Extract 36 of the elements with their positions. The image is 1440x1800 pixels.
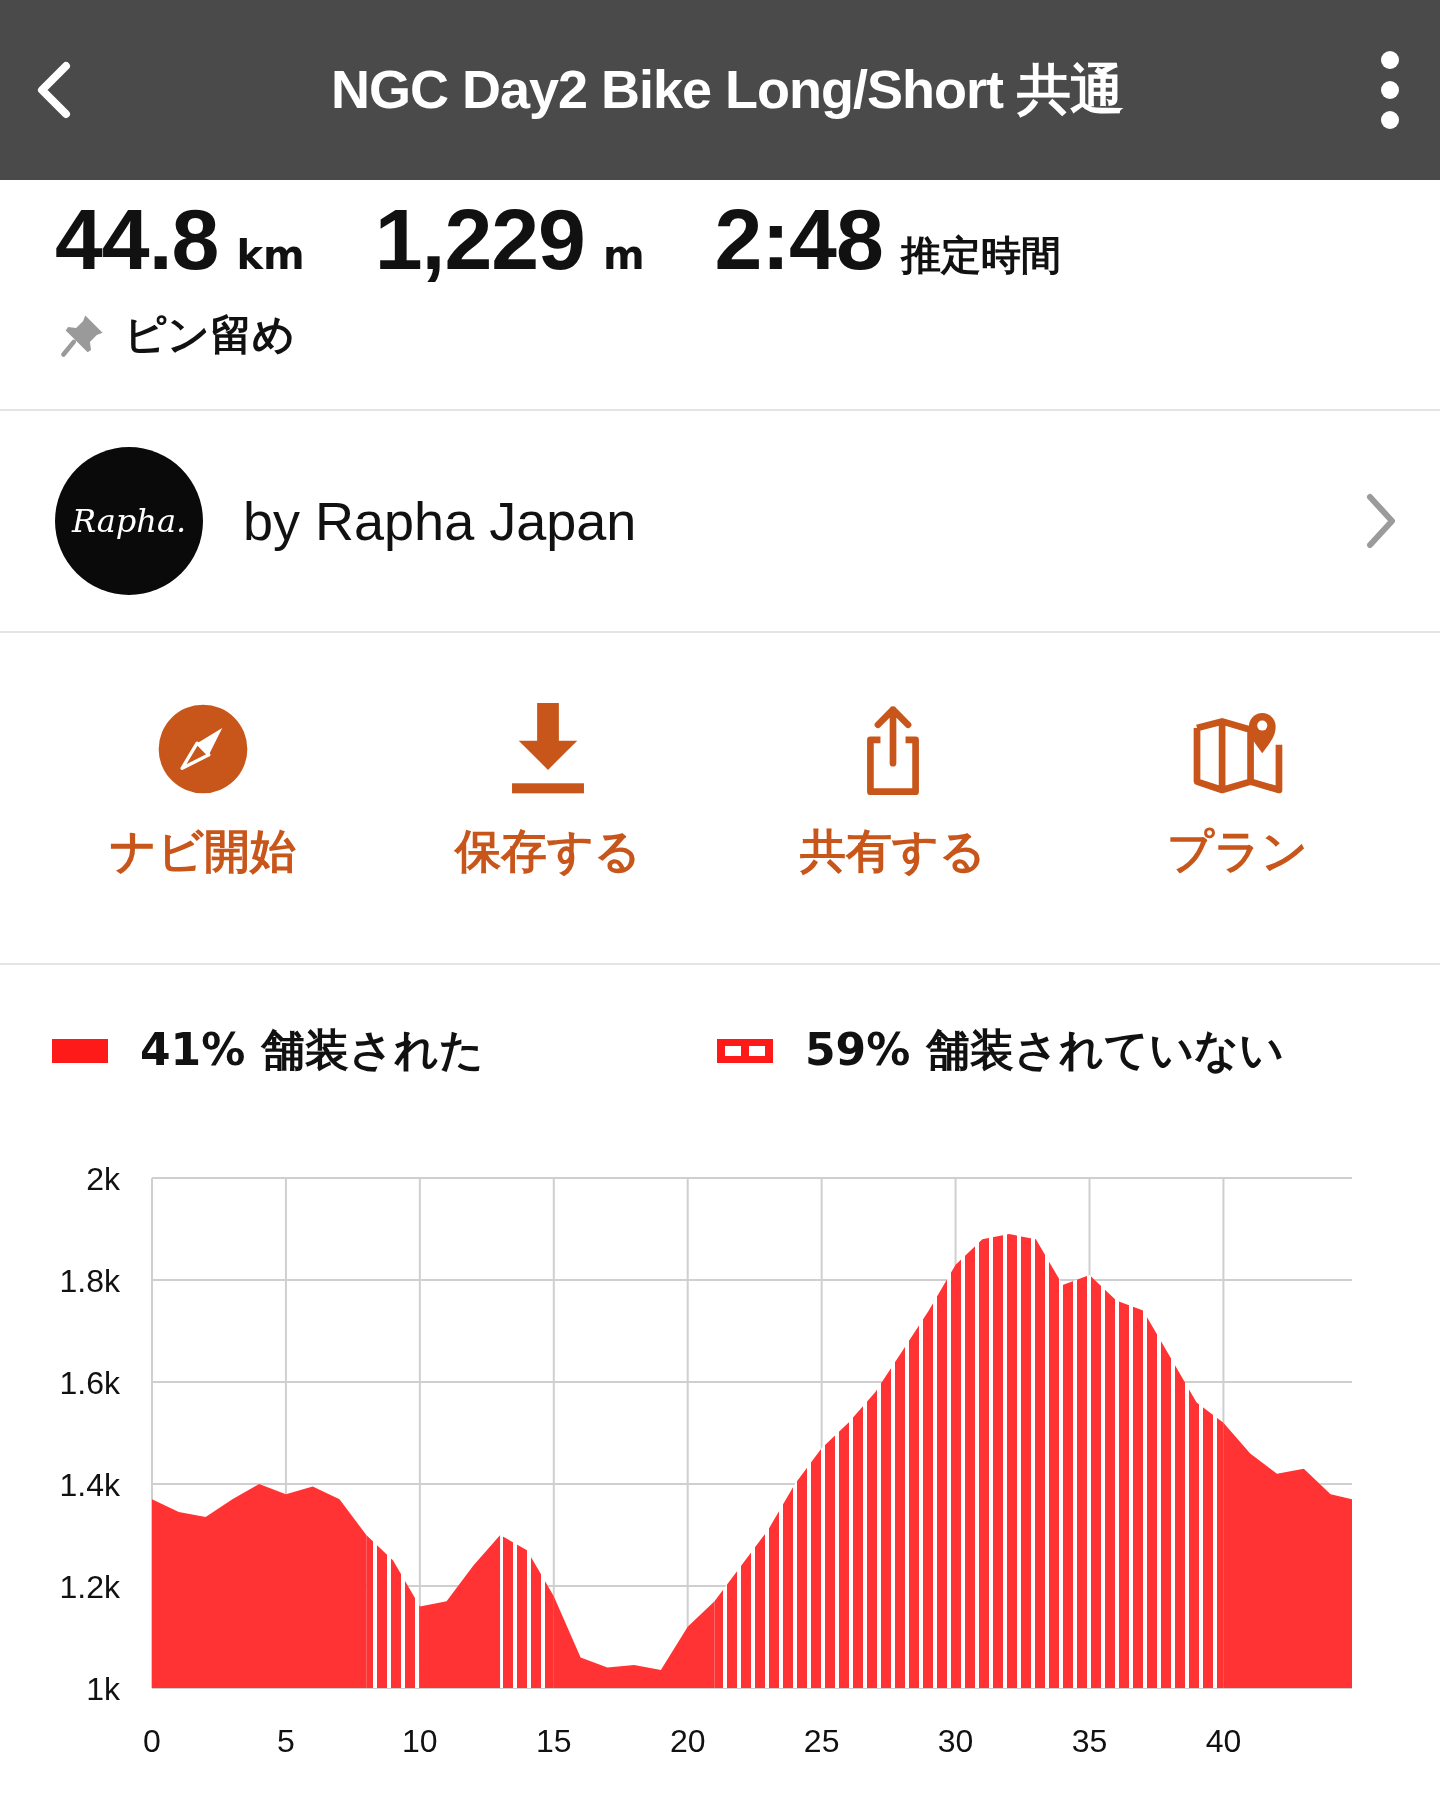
action-button[interactable]: 保存する	[375, 703, 720, 883]
unpaved-swatch-icon	[717, 1038, 773, 1063]
paved-swatch-icon	[52, 1038, 108, 1063]
stat-unit: 推定時間	[900, 231, 1061, 280]
legend-label: 41% 舗装された	[140, 1023, 484, 1077]
y-tick-label: 1.8k	[59, 1263, 120, 1299]
author-row[interactable]: Rapha. by Rapha Japan	[0, 411, 1440, 633]
x-tick-label: 20	[669, 1723, 706, 1759]
action-button[interactable]: 共有する	[720, 703, 1065, 883]
pin-label[interactable]: ピン留め	[124, 307, 295, 363]
y-tick-label: 1k	[86, 1671, 120, 1707]
chevron-icon	[1366, 493, 1396, 549]
action-button[interactable]: プラン	[1065, 703, 1410, 883]
more-icon[interactable]	[1380, 50, 1400, 130]
x-tick-label: 0	[143, 1723, 161, 1759]
x-tick-label: 15	[536, 1723, 572, 1759]
y-tick-label: 1.4k	[59, 1467, 120, 1503]
action-button[interactable]: ナビ開始	[30, 703, 375, 883]
legend-label: 59% 舗装されていない	[805, 1023, 1284, 1077]
stat-value: 2:48	[714, 190, 883, 289]
route-title: NGC Day2 Bike Long/Short 共通	[329, 57, 1125, 121]
x-tick-label: 35	[1071, 1723, 1108, 1759]
y-tick-label: 2k	[86, 1161, 120, 1197]
x-tick-label: 30	[937, 1723, 974, 1759]
stat-value: 44.8	[55, 190, 219, 289]
y-tick-label: 1.2k	[59, 1569, 120, 1605]
author-name: by Rapha Japan	[243, 490, 638, 552]
stat-unit: km	[236, 232, 305, 278]
x-tick-label: 5	[277, 1723, 295, 1759]
x-tick-label: 25	[803, 1723, 840, 1759]
x-tick-label: 10	[402, 1723, 438, 1759]
stat-unit: m	[602, 232, 645, 278]
x-tick-label: 40	[1205, 1723, 1242, 1759]
author-logo: Rapha.	[55, 447, 203, 595]
y-tick-label: 1.6k	[59, 1365, 120, 1401]
stat-value: 1,229	[374, 190, 585, 289]
